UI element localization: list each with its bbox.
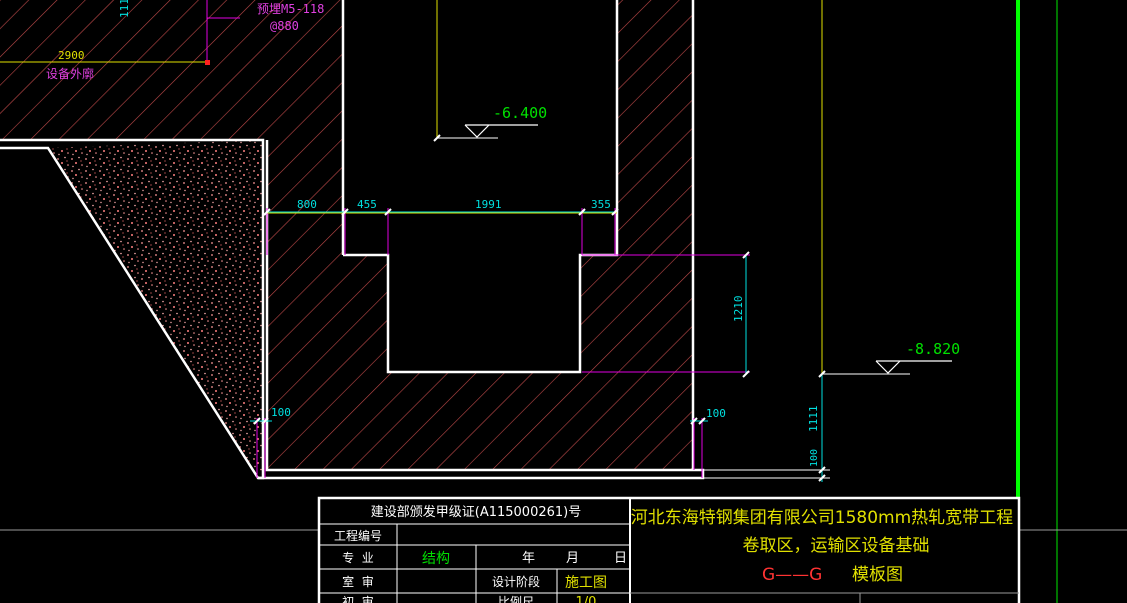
- dim-355: 355: [591, 198, 611, 211]
- dim-1210: 1210: [732, 296, 745, 323]
- concrete-hatch-right-top: [617, 0, 693, 255]
- project-no-label: 工程编号: [334, 528, 382, 543]
- date-day: 日: [614, 551, 627, 566]
- dim-100-right: 100: [706, 407, 726, 420]
- date-year: 年: [522, 551, 535, 566]
- dim-455: 455: [357, 198, 377, 211]
- elevation-right: -8.820: [906, 340, 960, 358]
- discipline-value: 结构: [422, 551, 450, 567]
- dim-1111: 1111: [807, 406, 820, 433]
- dim-800: 800: [297, 198, 317, 211]
- section-mark: G——G: [762, 565, 822, 585]
- stage-label: 设计阶段: [492, 574, 540, 589]
- drawing-svg[interactable]: 预埋M5-118 @880 2900 设备外廓 111 -6.400 -8.82…: [0, 0, 1127, 603]
- soil-fill: [48, 140, 262, 475]
- dim-100-left: 100: [271, 406, 291, 419]
- equipment-note: 设备外廓: [46, 66, 94, 81]
- dim-1991: 1991: [475, 198, 502, 211]
- scale-label: 比例尺: [498, 595, 534, 603]
- cad-canvas[interactable]: 预埋M5-118 @880 2900 设备外廓 111 -6.400 -8.82…: [0, 0, 1127, 603]
- embed-note-line2: @880: [270, 19, 299, 33]
- point-marker: [205, 60, 210, 65]
- stage-value: 施工图: [565, 575, 607, 591]
- review-label: 室 审: [342, 574, 374, 589]
- discipline-label: 专 业: [342, 550, 374, 565]
- row4-label: 初 审: [342, 594, 374, 603]
- elevation-markers: [464, 124, 952, 374]
- scale-value: 1/0: [576, 595, 597, 603]
- left-edge-dim: 111: [118, 0, 131, 18]
- subtitle: 卷取区，运输区设备基础: [743, 536, 930, 556]
- project-title: 河北东海特钢集团有限公司1580mm热轧宽带工程: [631, 508, 1013, 528]
- embed-note-line1: 预埋M5-118: [257, 2, 324, 16]
- license-text: 建设部颁发甲级证(A115000261)号: [371, 504, 581, 520]
- date-month: 月: [566, 551, 579, 566]
- dim-2900-label: 2900: [58, 49, 85, 62]
- elevation-top: -6.400: [493, 104, 547, 122]
- dim-100-bottom: 100: [809, 449, 820, 467]
- drawing-name: 模板图: [852, 565, 903, 585]
